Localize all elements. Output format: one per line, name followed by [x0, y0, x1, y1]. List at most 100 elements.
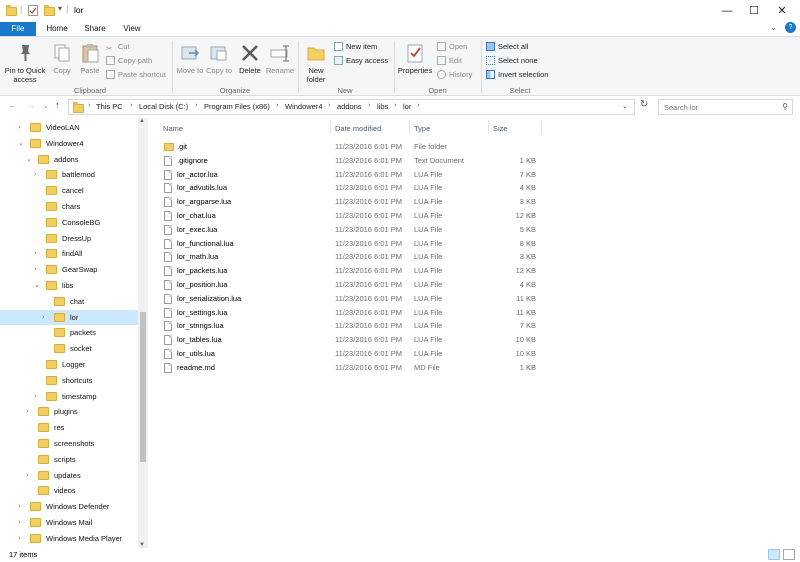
file-row[interactable]: lor_settings.lua 11/23/2016 6:01 PM LUA Fi…: [160, 306, 540, 320]
address-history-icon[interactable]: ⌄: [622, 102, 628, 110]
tab-view[interactable]: View: [118, 22, 146, 36]
nav-tree-item[interactable]: packets: [0, 325, 138, 340]
breadcrumb-lor[interactable]: lor: [403, 102, 411, 111]
file-row[interactable]: lor_chat.lua 11/23/2016 6:01 PM LUA File 12…: [160, 209, 540, 223]
tab-share[interactable]: Share: [80, 22, 110, 36]
recent-locations-icon[interactable]: ⌄: [43, 102, 49, 110]
file-row[interactable]: .gitignore 11/23/2016 6:01 PM Text Documen…: [160, 154, 540, 168]
breadcrumb-program-files[interactable]: Program Files (x86): [204, 102, 270, 111]
pin-quick-access-button[interactable]: Pin to Quick access: [4, 42, 46, 84]
file-row[interactable]: lor_utils.lua 11/23/2016 6:01 PM LUA File 1…: [160, 347, 540, 361]
breadcrumb-addons[interactable]: addons: [337, 102, 362, 111]
nav-tree-item[interactable]: chat: [0, 294, 138, 309]
file-row[interactable]: lor_serialization.lua 11/23/2016 6:01 PM L…: [160, 292, 540, 306]
breadcrumb-local-disk[interactable]: Local Disk (C:): [139, 102, 188, 111]
chevron-right-icon[interactable]: ›: [18, 531, 20, 546]
nav-tree-item[interactable]: › lor: [0, 309, 138, 325]
forward-arrow-icon[interactable]: →: [26, 100, 35, 110]
column-header-name[interactable]: Name: [163, 124, 183, 133]
nav-tree-item[interactable]: shortcuts: [0, 373, 138, 388]
column-divider[interactable]: [409, 120, 410, 134]
column-divider[interactable]: [541, 120, 542, 134]
move-to-button[interactable]: Move to: [176, 42, 204, 75]
chevron-right-icon[interactable]: ›: [42, 310, 44, 325]
maximize-button[interactable]: ☐: [741, 0, 767, 22]
chevron-down-icon[interactable]: ⌄: [18, 136, 24, 151]
invert-selection-button[interactable]: Invert selection: [486, 70, 548, 79]
breadcrumb-windower4[interactable]: Windower4: [285, 102, 323, 111]
file-row[interactable]: lor_actor.lua 11/23/2016 6:01 PM LUA File 7…: [160, 168, 540, 182]
nav-tree-item[interactable]: videos: [0, 483, 138, 498]
file-row[interactable]: readme.md 11/23/2016 6:01 PM MD File 1 KB: [160, 361, 540, 375]
nav-tree-item[interactable]: screenshots: [0, 436, 138, 451]
chevron-down-icon[interactable]: ⌄: [26, 152, 32, 167]
select-all-button[interactable]: Select all: [486, 42, 528, 51]
ribbon-collapse-icon[interactable]: ⌄: [770, 23, 777, 32]
nav-tree-item[interactable]: › battlemod: [0, 167, 138, 182]
nav-tree-item[interactable]: ConsoleBG: [0, 215, 138, 230]
rename-button[interactable]: Rename: [265, 42, 295, 75]
select-none-button[interactable]: Select none: [486, 56, 538, 65]
paste-button[interactable]: Paste: [77, 42, 103, 75]
breadcrumb-this-pc[interactable]: This PC: [96, 102, 123, 111]
nav-tree-item[interactable]: › plugins: [0, 404, 138, 419]
history-button[interactable]: History: [437, 70, 472, 79]
nav-tree-item[interactable]: › timestamp: [0, 389, 138, 404]
file-row[interactable]: lor_math.lua 11/23/2016 6:01 PM LUA File 3 …: [160, 250, 540, 264]
file-row[interactable]: .git 11/23/2016 6:01 PM File folder: [160, 140, 540, 154]
new-folder-button[interactable]: New folder: [301, 42, 331, 84]
nav-tree-item[interactable]: chars: [0, 199, 138, 214]
search-icon[interactable]: ⚲: [782, 102, 788, 111]
column-header-type[interactable]: Type: [414, 124, 430, 133]
properties-button[interactable]: Properties: [397, 42, 433, 75]
search-input[interactable]: [659, 100, 777, 115]
column-divider[interactable]: [488, 120, 489, 134]
nav-tree-item[interactable]: › GearSwap: [0, 262, 138, 277]
file-row[interactable]: lor_argparse.lua 11/23/2016 6:01 PM LUA Fi…: [160, 195, 540, 209]
chevron-right-icon[interactable]: ›: [34, 262, 36, 277]
nav-tree-item[interactable]: › Windows Media Player: [0, 531, 138, 546]
scroll-up-icon[interactable]: ▲: [139, 118, 145, 124]
nav-tree-item[interactable]: socket: [0, 341, 138, 356]
chevron-right-icon[interactable]: ›: [18, 120, 20, 135]
chevron-down-icon[interactable]: ⌄: [34, 278, 40, 293]
nav-tree-item[interactable]: Logger: [0, 357, 138, 372]
close-button[interactable]: ✕: [769, 0, 795, 22]
copy-path-button[interactable]: Copy path: [106, 56, 152, 65]
nav-tree-item[interactable]: cancel: [0, 183, 138, 198]
new-item-button[interactable]: New item: [334, 42, 377, 51]
nav-tree-item[interactable]: › Windows Mail: [0, 515, 138, 530]
nav-tree-item[interactable]: › findAll: [0, 246, 138, 261]
new-folder-quick-icon[interactable]: [44, 5, 55, 16]
edit-button[interactable]: Edit: [437, 56, 462, 65]
nav-tree-item[interactable]: › updates: [0, 468, 138, 483]
address-bar[interactable]: › This PC › Local Disk (C:) › Program Fi…: [68, 99, 635, 115]
column-header-date[interactable]: Date modified: [335, 124, 381, 133]
file-row[interactable]: lor_tables.lua 11/23/2016 6:01 PM LUA File…: [160, 333, 540, 347]
chevron-right-icon[interactable]: ›: [34, 167, 36, 182]
column-header-size[interactable]: Size: [493, 124, 508, 133]
chevron-right-icon[interactable]: ›: [26, 404, 28, 419]
delete-button[interactable]: Delete: [236, 42, 264, 75]
easy-access-button[interactable]: Easy access: [334, 56, 388, 65]
chevron-right-icon[interactable]: ›: [18, 499, 20, 514]
back-arrow-icon[interactable]: ←: [8, 100, 17, 110]
file-row[interactable]: lor_packets.lua 11/23/2016 6:01 PM LUA Fil…: [160, 264, 540, 278]
chevron-right-icon[interactable]: ›: [18, 515, 20, 530]
nav-tree-item[interactable]: ⌄ addons: [0, 152, 138, 167]
chevron-right-icon[interactable]: ›: [34, 389, 36, 404]
cut-button[interactable]: ✂ Cut: [106, 42, 130, 53]
file-row[interactable]: lor_advutils.lua 11/23/2016 6:01 PM LUA Fi…: [160, 181, 540, 195]
nav-tree-item[interactable]: scripts: [0, 452, 138, 467]
customize-quick-access-icon[interactable]: ▾: [58, 4, 62, 13]
refresh-icon[interactable]: ↻: [640, 99, 648, 110]
chevron-right-icon[interactable]: ›: [26, 468, 28, 483]
file-row[interactable]: lor_strings.lua 11/23/2016 6:01 PM LUA Fil…: [160, 319, 540, 333]
tab-file[interactable]: File: [0, 22, 36, 36]
nav-tree-item[interactable]: ⌄ libs: [0, 278, 138, 293]
file-row[interactable]: lor_functional.lua 11/23/2016 6:01 PM LUA …: [160, 237, 540, 251]
tab-home[interactable]: Home: [42, 22, 72, 36]
paste-shortcut-button[interactable]: Paste shortcut: [106, 70, 166, 79]
nav-tree-item[interactable]: ⌄ Windower4: [0, 136, 138, 151]
search-box[interactable]: ⚲: [658, 99, 793, 115]
